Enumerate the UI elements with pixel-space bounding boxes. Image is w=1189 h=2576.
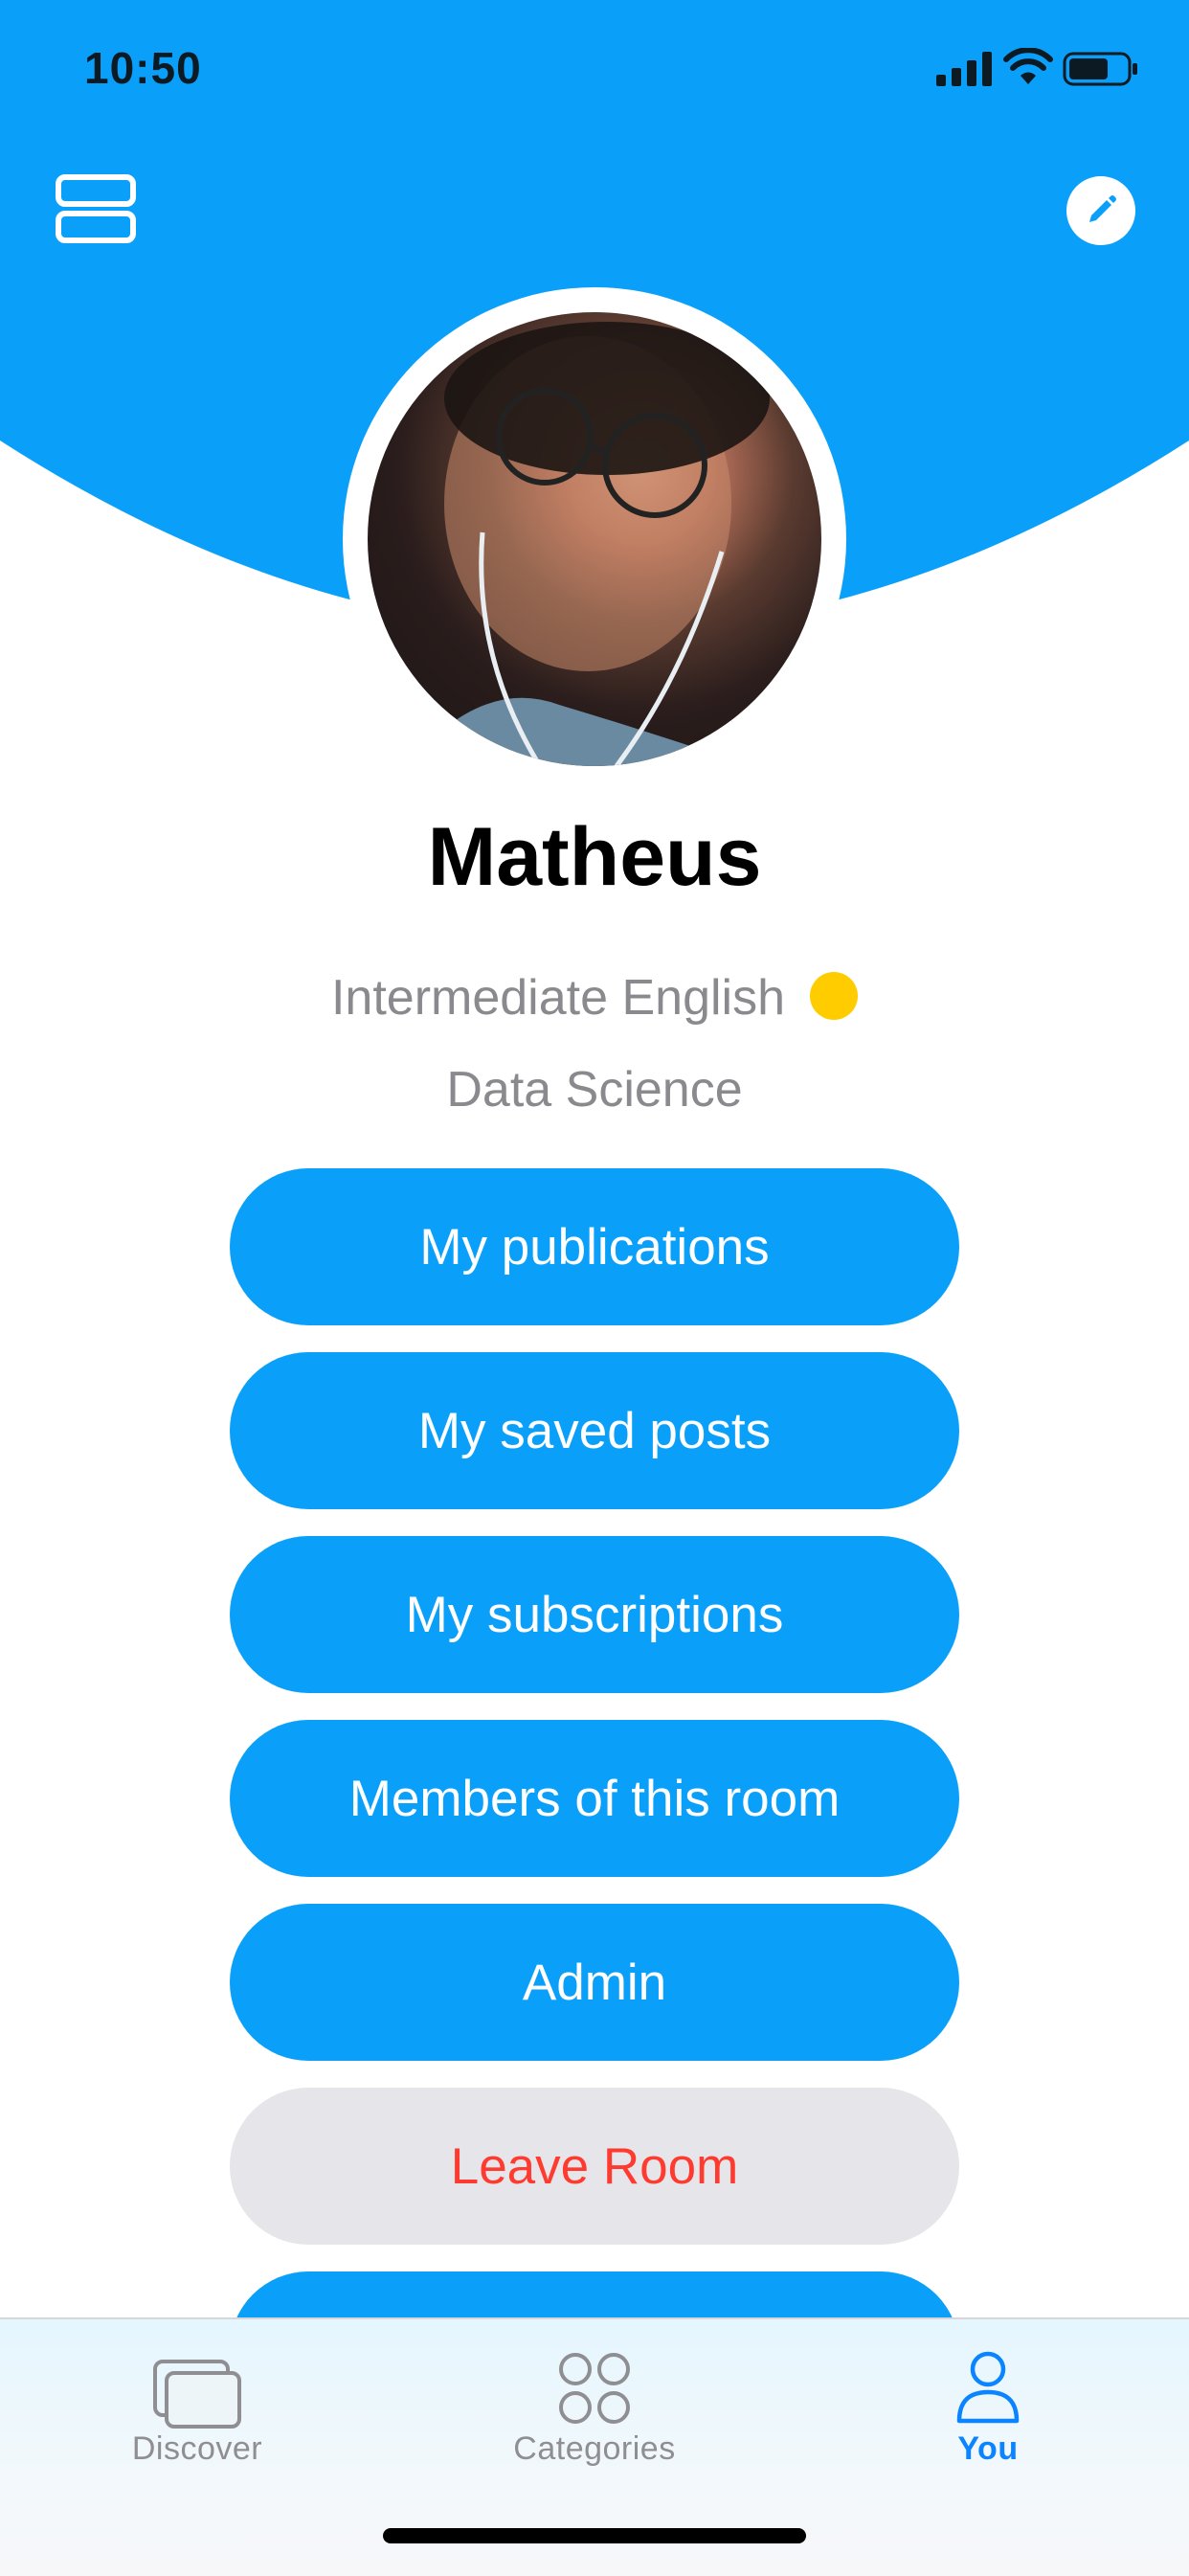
tab-categories-label: Categories bbox=[513, 2430, 676, 2467]
language-level-label: Intermediate English bbox=[330, 970, 786, 1026]
home-indicator bbox=[383, 2528, 806, 2543]
members-of-room-button[interactable]: Members of this room bbox=[230, 1720, 959, 1877]
person-icon bbox=[956, 2351, 1020, 2424]
tab-discover[interactable]: Discover bbox=[54, 2319, 341, 2492]
status-bar: 10:50 bbox=[0, 0, 1189, 144]
admin-button[interactable]: Admin bbox=[230, 1904, 959, 2061]
wifi-icon bbox=[1003, 48, 1053, 84]
list-view-icon[interactable] bbox=[56, 174, 136, 243]
profile-photo bbox=[406, 322, 770, 766]
leave-room-button[interactable]: Leave Room bbox=[230, 2088, 959, 2245]
language-level: Intermediate English bbox=[0, 969, 1189, 1027]
my-saved-posts-button[interactable]: My saved posts bbox=[230, 1352, 959, 1509]
user-name: Matheus bbox=[427, 811, 762, 903]
battery-icon bbox=[1063, 52, 1137, 86]
room-name: Data Science bbox=[446, 1062, 743, 1118]
tab-discover-label: Discover bbox=[131, 2430, 263, 2467]
stacked-cards-icon bbox=[153, 2360, 241, 2429]
status-time: 10:50 bbox=[84, 43, 202, 93]
cellular-signal-icon bbox=[936, 52, 992, 86]
pencil-icon bbox=[1089, 195, 1116, 222]
tab-you-label: You bbox=[957, 2430, 1019, 2467]
tab-you[interactable]: You bbox=[844, 2319, 1132, 2492]
four-circles-icon bbox=[559, 2353, 630, 2424]
my-subscriptions-button[interactable]: My subscriptions bbox=[230, 1536, 959, 1693]
avatar[interactable] bbox=[368, 312, 821, 766]
tab-categories[interactable]: Categories bbox=[451, 2319, 738, 2492]
edit-profile-button[interactable] bbox=[1066, 176, 1135, 245]
my-publications-button[interactable]: My publications bbox=[230, 1168, 959, 1325]
level-indicator-dot bbox=[810, 972, 859, 1020]
